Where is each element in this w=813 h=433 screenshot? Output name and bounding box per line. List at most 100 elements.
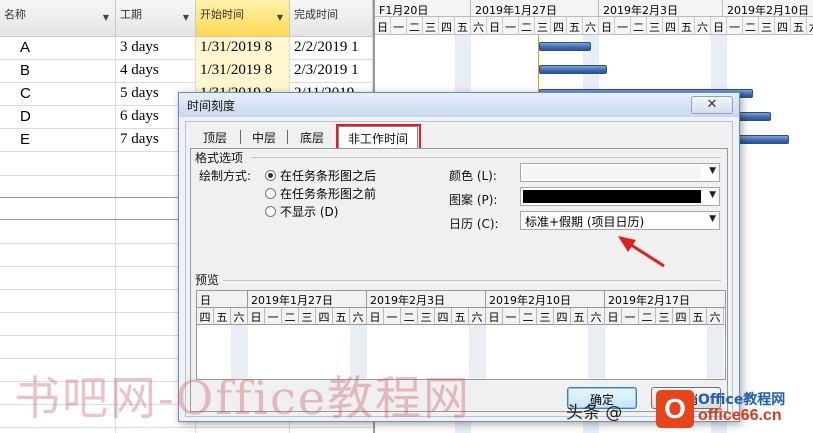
timescale-day: 三 xyxy=(647,17,663,35)
nonworking-shade xyxy=(588,325,605,379)
finish-cell[interactable]: 2/2/2019 1 xyxy=(290,37,373,60)
preview-day: 二 xyxy=(639,308,656,325)
duration-cell[interactable]: 3 days xyxy=(116,37,196,60)
timescale-dialog: 时间刻度 ✕ 顶层 中层 底层 非工作时间 格式选项 绘制方式: 在任务条形图之… xyxy=(178,92,740,422)
timescale-week: 2019年1月27日 xyxy=(471,0,599,17)
start-cell[interactable]: 1/31/2019 8 xyxy=(196,60,290,83)
timescale-day: 一 xyxy=(391,17,407,35)
chevron-down-icon[interactable]: ▼ xyxy=(709,166,716,176)
preview-day: 一 xyxy=(503,308,520,325)
preview-day: 五 xyxy=(214,308,231,325)
timescale-day: 四 xyxy=(551,17,567,35)
radio-after-bars[interactable]: 在任务条形图之后 xyxy=(265,167,376,184)
pattern-select[interactable]: ▼ xyxy=(520,187,720,206)
radio-icon xyxy=(265,206,276,217)
timescale-week: 2019年2月3日 xyxy=(599,0,723,17)
tab-bottom-tier[interactable]: 底层 xyxy=(288,126,336,148)
task-name-cell[interactable]: A xyxy=(0,37,116,60)
nonworking-shade xyxy=(707,325,724,379)
duration-cell[interactable]: 4 days xyxy=(116,60,196,83)
close-icon: ✕ xyxy=(706,97,718,112)
preview-week: 2019年1月27日 xyxy=(248,291,367,308)
finish-cell[interactable]: 2/3/2019 1 xyxy=(290,60,373,83)
dialog-title-bar[interactable]: 时间刻度 ✕ xyxy=(179,93,739,117)
preview-day: 四 xyxy=(197,308,214,325)
table-row[interactable]: B 4 days 1/31/2019 8 2/3/2019 1 xyxy=(0,60,373,83)
timescale-day: 四 xyxy=(439,17,455,35)
column-header-name[interactable]: 名称 ▼ xyxy=(0,0,116,37)
preview-week: 2019年2月3日 xyxy=(367,291,486,308)
preview-day: 三 xyxy=(418,308,435,325)
preview-day: 四 xyxy=(673,308,690,325)
preview-day: 日 xyxy=(486,308,503,325)
task-name-cell[interactable]: C xyxy=(0,83,116,106)
gantt-bar[interactable] xyxy=(539,65,607,74)
preview-day: 一 xyxy=(265,308,282,325)
timescale-day: 六 xyxy=(583,17,599,35)
column-header-label: 完成时间 xyxy=(294,8,338,21)
timescale-day: 六 xyxy=(695,17,711,35)
gantt-bar[interactable] xyxy=(539,42,591,51)
color-select[interactable]: ▼ xyxy=(520,163,720,182)
timescale-day: 二 xyxy=(743,17,759,35)
nonworking-shade xyxy=(350,325,367,379)
pattern-label: 图案 (P): xyxy=(449,193,498,207)
timescale-day: 日 xyxy=(711,17,727,35)
timescale-day: 五 xyxy=(679,17,695,35)
task-name-cell[interactable]: B xyxy=(0,60,116,83)
preview-day: 一 xyxy=(622,308,639,325)
chevron-down-icon[interactable]: ▼ xyxy=(709,190,716,200)
column-header-label: 开始时间 xyxy=(200,8,244,21)
draw-label: 绘制方式: xyxy=(199,169,252,183)
logo-line2: office66.cn xyxy=(698,407,782,424)
timescale-day: 二 xyxy=(407,17,423,35)
timescale-week: 2019年2月10日 xyxy=(723,0,813,17)
preview-day: 六 xyxy=(588,308,605,325)
calendar-select[interactable]: 标准+假期 (项目日历) ▼ xyxy=(520,211,720,230)
timescale-day: 日 xyxy=(599,17,615,35)
start-cell[interactable]: 1/31/2019 8 xyxy=(196,37,290,60)
preview-day: 三 xyxy=(656,308,673,325)
preview-day: 一 xyxy=(384,308,401,325)
group-divider xyxy=(251,157,721,158)
radio-before-bars[interactable]: 在任务条形图之前 xyxy=(265,185,376,202)
tab-middle-tier[interactable]: 中层 xyxy=(241,126,287,148)
radio-do-not-draw[interactable]: 不显示 (D) xyxy=(265,203,338,220)
grid-line xyxy=(0,427,373,428)
nonworking-shade xyxy=(231,325,248,379)
tab-panel: 格式选项 绘制方式: 在任务条形图之后 在任务条形图之前 不显示 (D) 颜色 … xyxy=(190,148,728,412)
chevron-down-icon[interactable]: ▼ xyxy=(709,214,716,224)
radio-icon xyxy=(265,170,276,181)
column-header-label: 名称 xyxy=(4,8,26,21)
column-header-finish[interactable]: 完成时间 xyxy=(290,0,373,37)
timescale-day: 一 xyxy=(727,17,743,35)
group-divider xyxy=(223,280,721,281)
task-name-cell[interactable]: E xyxy=(0,129,116,152)
preview-week: 2019年2月10日 xyxy=(486,291,605,308)
preview-day: 日 xyxy=(248,308,265,325)
pattern-swatch xyxy=(523,190,701,203)
timescale-preview: 日 2019年1月27日 2019年2月3日 2019年2月10日 2019年2… xyxy=(196,290,726,380)
preview-day: 三 xyxy=(537,308,554,325)
tab-top-tier[interactable]: 顶层 xyxy=(190,126,240,148)
grid-line xyxy=(115,152,116,433)
preview-day: 二 xyxy=(520,308,537,325)
table-row[interactable]: A 3 days 1/31/2019 8 2/2/2019 1 xyxy=(0,37,373,60)
column-header-start[interactable]: 开始时间 ▼ xyxy=(196,0,290,37)
chevron-down-icon[interactable]: ▼ xyxy=(277,13,283,22)
task-name-cell[interactable]: D xyxy=(0,106,116,129)
preview-day: 四 xyxy=(554,308,571,325)
column-header-duration[interactable]: 工期 ▼ xyxy=(116,0,196,37)
chevron-down-icon[interactable]: ▼ xyxy=(183,13,189,22)
color-label: 颜色 (L): xyxy=(449,169,497,183)
timescale-day: 三 xyxy=(759,17,775,35)
gantt-bar[interactable] xyxy=(735,135,789,144)
radio-icon xyxy=(265,188,276,199)
office-icon: O xyxy=(656,390,694,428)
preview-day: 六 xyxy=(469,308,486,325)
chevron-down-icon[interactable]: ▼ xyxy=(103,13,109,22)
close-button[interactable]: ✕ xyxy=(691,96,733,114)
radio-label: 在任务条形图之后 xyxy=(280,169,377,183)
format-group-label: 格式选项 xyxy=(195,151,244,165)
preview-day: 三 xyxy=(299,308,316,325)
